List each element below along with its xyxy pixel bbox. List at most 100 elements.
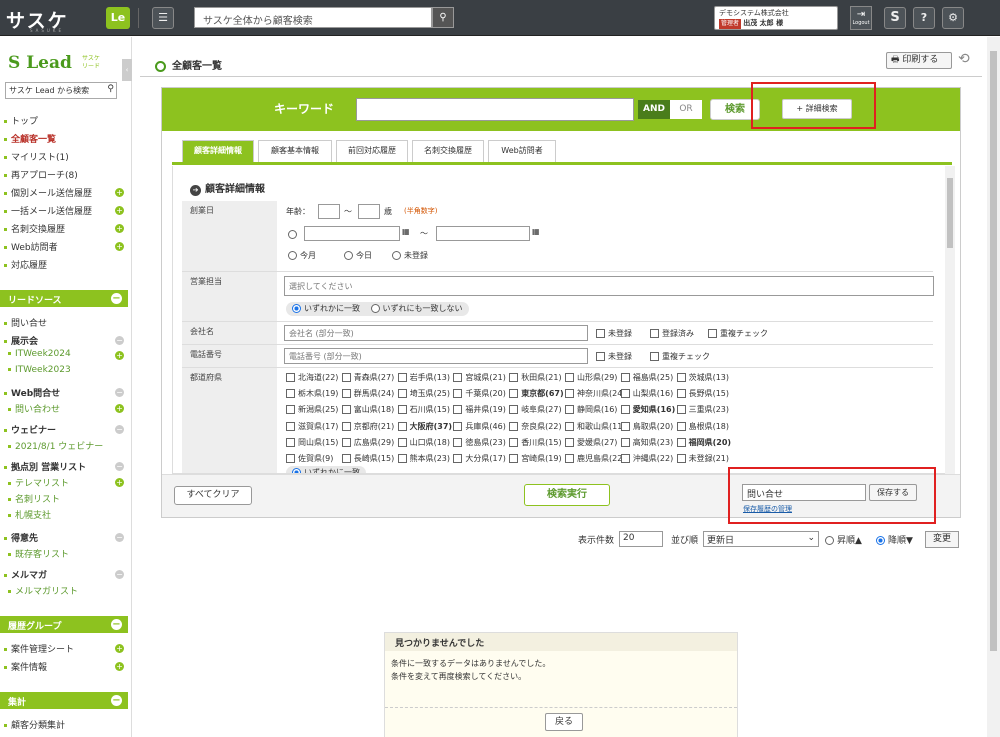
plus-icon[interactable]: + bbox=[115, 644, 124, 653]
prefecture-checkbox[interactable]: 群馬県(24) bbox=[341, 388, 394, 399]
sidebar-item-top[interactable]: トップ bbox=[4, 114, 38, 127]
company-duplicate-check[interactable]: 重複チェック bbox=[708, 328, 768, 339]
prefecture-checkbox[interactable]: 栃木県(19) bbox=[286, 388, 338, 399]
lead-logo[interactable]: S Lead bbox=[8, 53, 72, 73]
match-any-radio[interactable]: いずれかに一致 bbox=[292, 304, 360, 313]
prefecture-checkbox[interactable]: 大阪府(37) bbox=[397, 421, 452, 432]
desc-radio[interactable]: 降順▼ bbox=[876, 533, 913, 546]
prefecture-checkbox[interactable]: 鳥取県(20) bbox=[620, 421, 673, 432]
prefecture-checkbox[interactable]: 静岡県(16) bbox=[565, 404, 617, 415]
refresh-icon[interactable]: ⟲ bbox=[958, 51, 970, 67]
prefecture-checkbox[interactable]: 長崎県(15) bbox=[341, 453, 394, 464]
prefecture-checkbox[interactable]: 兵庫県(46) bbox=[453, 421, 506, 432]
date-to-input[interactable] bbox=[436, 226, 530, 241]
display-count-input[interactable]: 20 bbox=[619, 531, 663, 547]
minus-icon[interactable]: − bbox=[115, 462, 124, 471]
prefecture-checkbox[interactable]: 北海道(22) bbox=[286, 372, 338, 383]
sasuke-menu-icon[interactable]: S bbox=[884, 7, 906, 29]
minus-icon[interactable]: − bbox=[115, 425, 124, 434]
sidebar-item-sapporo[interactable]: 札幌支社 bbox=[8, 508, 51, 521]
prefecture-checkbox[interactable]: 三重県(23) bbox=[676, 404, 729, 415]
minus-icon[interactable]: − bbox=[115, 336, 124, 345]
sidebar-item-bulk-mail[interactable]: 一括メール送信履歴 bbox=[4, 204, 92, 217]
prefecture-checkbox[interactable]: 福島県(25) bbox=[620, 372, 673, 383]
plus-icon[interactable]: + bbox=[115, 662, 124, 671]
sidebar-item-existing[interactable]: 既存客リスト bbox=[8, 547, 69, 560]
prefecture-checkbox[interactable]: 岩手県(13) bbox=[397, 372, 450, 383]
scrollbar-thumb[interactable] bbox=[990, 51, 997, 651]
company-registered-check[interactable]: 登録済み bbox=[650, 328, 694, 339]
prefecture-checkbox[interactable]: 福井県(19) bbox=[453, 404, 506, 415]
print-button[interactable]: 🖶 印刷する bbox=[886, 52, 952, 69]
minus-icon[interactable]: − bbox=[115, 570, 124, 579]
sidebar-item-customer-class[interactable]: 顧客分類集計 bbox=[4, 718, 65, 731]
sidebar-item-case-info[interactable]: 案件情報 bbox=[4, 660, 47, 673]
prefecture-checkbox[interactable]: 和歌山県(11) bbox=[565, 421, 625, 432]
sidebar-item-itweek2024[interactable]: ITWeek2024 bbox=[8, 349, 71, 359]
tab-web-visitor[interactable]: Web訪問者 bbox=[488, 140, 556, 162]
sidebar-item-web-inquiry[interactable]: Web問合せ bbox=[4, 386, 60, 399]
prefecture-checkbox[interactable]: 宮崎県(19) bbox=[509, 453, 562, 464]
keyword-input[interactable] bbox=[356, 98, 634, 121]
prefecture-match-toggle[interactable]: いずれかに一致 bbox=[286, 466, 366, 473]
prefecture-checkbox[interactable]: 島根県(18) bbox=[676, 421, 729, 432]
sidebar-item-case-sheet[interactable]: 案件管理シート bbox=[4, 642, 74, 655]
prefecture-checkbox[interactable]: 香川県(15) bbox=[509, 437, 562, 448]
prefecture-checkbox[interactable]: 高知県(23) bbox=[620, 437, 673, 448]
prefecture-checkbox[interactable]: 愛知県(16) bbox=[620, 404, 675, 415]
prefecture-checkbox[interactable]: 沖縄県(22) bbox=[620, 453, 673, 464]
sidebar-item-web-visitor[interactable]: Web訪問者 bbox=[4, 240, 58, 253]
prefecture-checkbox[interactable]: 福岡県(20) bbox=[676, 437, 731, 448]
global-search-input[interactable]: サスケ全体から顧客検索 bbox=[194, 7, 432, 28]
tab-card-exchange[interactable]: 名刺交換履歴 bbox=[412, 140, 484, 162]
minus-icon[interactable]: − bbox=[111, 293, 122, 304]
sidebar-item-webinar-20210801[interactable]: 2021/8/1 ウェビナー bbox=[8, 439, 103, 452]
sidebar-item-history[interactable]: 対応履歴 bbox=[4, 258, 47, 271]
sidebar-section-history-group[interactable]: 履歴グループ − bbox=[0, 616, 128, 633]
prefecture-checkbox[interactable]: 愛媛県(27) bbox=[565, 437, 617, 448]
le-product-badge[interactable]: Le bbox=[106, 7, 130, 29]
match-none-radio[interactable]: いずれにも一致しない bbox=[370, 304, 463, 313]
sidebar-item-telemarketing[interactable]: テレマリスト bbox=[8, 476, 69, 489]
age-from-input[interactable] bbox=[318, 204, 340, 219]
prefecture-checkbox[interactable]: 山形県(29) bbox=[565, 372, 617, 383]
prefecture-checkbox[interactable]: 石川県(15) bbox=[397, 404, 450, 415]
option-today[interactable]: 今日 bbox=[344, 250, 372, 261]
prefecture-checkbox[interactable]: 滋賀県(17) bbox=[286, 421, 338, 432]
prefecture-checkbox[interactable]: 埼玉県(25) bbox=[397, 388, 450, 399]
change-button[interactable]: 変更 bbox=[925, 531, 959, 548]
sidebar-search-input[interactable]: サスケ Lead から検索 ⚲ bbox=[5, 82, 117, 99]
plus-icon[interactable]: + bbox=[115, 478, 124, 487]
sidebar-item-individual-mail[interactable]: 個別メール送信履歴 bbox=[4, 186, 92, 199]
prefecture-checkbox[interactable]: 宮城県(21) bbox=[453, 372, 506, 383]
sidebar-item-inquiry[interactable]: 問い合せ bbox=[4, 316, 47, 329]
sidebar-item-card-exchange[interactable]: 名刺交換履歴 bbox=[4, 222, 65, 235]
tab-last-contact[interactable]: 前回対応履歴 bbox=[336, 140, 408, 162]
asc-radio[interactable]: 昇順▲ bbox=[825, 533, 862, 546]
sidebar-item-mailmag-list[interactable]: メルマガリスト bbox=[8, 584, 78, 597]
tab-customer-basic[interactable]: 顧客基本情報 bbox=[258, 140, 332, 162]
execute-search-button[interactable]: 検索実行 bbox=[524, 484, 610, 506]
prefecture-checkbox[interactable]: 富山県(18) bbox=[341, 404, 394, 415]
chat-icon[interactable]: ☰ bbox=[152, 7, 174, 29]
sidebar-collapse-icon[interactable]: ‹ bbox=[122, 59, 132, 81]
prefecture-checkbox[interactable]: 広島県(29) bbox=[341, 437, 394, 448]
prefecture-checkbox[interactable]: 大分県(17) bbox=[453, 453, 506, 464]
option-this-month[interactable]: 今月 bbox=[288, 250, 316, 261]
plus-icon[interactable]: + bbox=[115, 224, 124, 233]
prefecture-checkbox[interactable]: 熊本県(23) bbox=[397, 453, 450, 464]
prefecture-checkbox[interactable]: 佐賀県(9) bbox=[286, 453, 333, 464]
age-to-input[interactable] bbox=[358, 204, 380, 219]
prefecture-checkbox[interactable]: 神奈川県(24) bbox=[565, 388, 625, 399]
sidebar-item-client[interactable]: 得意先 bbox=[4, 531, 38, 544]
sidebar-section-aggregate[interactable]: 集計 − bbox=[0, 692, 128, 709]
minus-icon[interactable]: − bbox=[115, 388, 124, 397]
plus-icon[interactable]: + bbox=[115, 206, 124, 215]
option-unregistered[interactable]: 未登録 bbox=[392, 250, 428, 261]
back-button[interactable]: 戻る bbox=[545, 713, 583, 731]
minus-icon[interactable]: − bbox=[115, 533, 124, 542]
help-icon[interactable]: ? bbox=[913, 7, 935, 29]
prefecture-checkbox[interactable]: 岐阜県(27) bbox=[509, 404, 562, 415]
plus-icon[interactable]: + bbox=[115, 404, 124, 413]
prefecture-checkbox[interactable]: 東京都(67) bbox=[509, 388, 564, 399]
